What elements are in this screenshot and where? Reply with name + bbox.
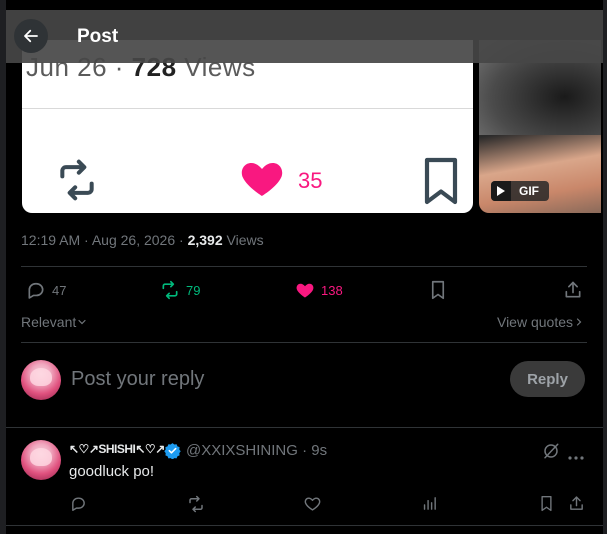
reply-icon [28, 282, 44, 299]
reply-analytics-icon[interactable] [421, 495, 438, 517]
embedded-bookmark-icon [420, 156, 462, 211]
embedded-retweet-icon [50, 158, 104, 207]
reply-share-icon[interactable] [568, 495, 585, 517]
divider [6, 525, 603, 526]
post-time[interactable]: 12:19 AM [21, 232, 80, 248]
share-action[interactable] [563, 280, 583, 300]
page-title: Post [77, 26, 119, 47]
share-icon [565, 281, 581, 298]
verified-badge-icon [164, 442, 181, 464]
play-icon [491, 181, 511, 201]
post-meta: 12:19 AM · Aug 26, 2026 · 2,392 Views [21, 232, 264, 248]
divider [6, 427, 603, 428]
avatar[interactable] [21, 440, 61, 480]
gif-media[interactable]: GIF [479, 40, 601, 213]
reply-like-icon[interactable] [304, 495, 321, 517]
repost-count: 79 [186, 282, 201, 298]
reply-handle: @XXIXSHINING · 9s [186, 442, 328, 459]
reply-display-name[interactable]: ↖♡↗SHISHI↖♡↗ [69, 442, 165, 456]
reply-reply-icon[interactable] [70, 495, 87, 517]
embedded-divider [22, 108, 473, 109]
reply-count: 47 [52, 282, 67, 298]
top-header: Post [6, 10, 603, 63]
window-frame-right [603, 0, 607, 534]
window-frame-left [0, 0, 6, 534]
bookmark-action[interactable] [429, 280, 447, 300]
more-icon[interactable] [568, 448, 584, 466]
reply-time[interactable]: 9s [311, 442, 327, 459]
repost-action[interactable]: 79 [160, 280, 200, 300]
reply-text: goodluck po! [69, 463, 155, 480]
embedded-heart-icon [236, 154, 288, 207]
chevron-down-icon [78, 319, 86, 325]
back-button[interactable] [14, 19, 48, 53]
chevron-right-icon [576, 318, 582, 326]
like-action[interactable]: 138 [295, 280, 343, 300]
view-quotes-label: View quotes [496, 314, 573, 330]
sort-dropdown[interactable]: Relevant [21, 314, 88, 330]
embedded-like-count: 35 [298, 168, 323, 193]
gif-label: GIF [519, 184, 539, 198]
heart-icon [296, 283, 314, 298]
reply-repost-icon[interactable] [187, 495, 205, 518]
gif-badge: GIF [491, 181, 549, 201]
divider [21, 342, 587, 343]
reply-action[interactable]: 47 [26, 280, 66, 300]
grok-icon[interactable] [542, 442, 560, 465]
reply-handle-text[interactable]: @XXIXSHINING [186, 442, 298, 459]
post-date[interactable]: Aug 26, 2026 [92, 232, 175, 248]
like-count: 138 [321, 282, 343, 298]
views-count: 2,392 [187, 232, 223, 248]
reply-input[interactable]: Post your reply [71, 368, 204, 391]
reply-button[interactable]: Reply [510, 361, 585, 397]
avatar[interactable] [21, 360, 61, 400]
divider [21, 266, 587, 267]
repost-icon [162, 280, 178, 300]
view-quotes-link[interactable]: View quotes [497, 314, 585, 330]
embedded-image[interactable]: Jun 26 · 728 Views 35 [22, 40, 473, 213]
arrow-left-icon [24, 29, 38, 43]
sort-label: Relevant [21, 314, 77, 330]
bookmark-icon [431, 280, 445, 300]
embedded-actions: 35 [22, 150, 473, 210]
reply-bookmark-icon[interactable] [539, 495, 554, 517]
